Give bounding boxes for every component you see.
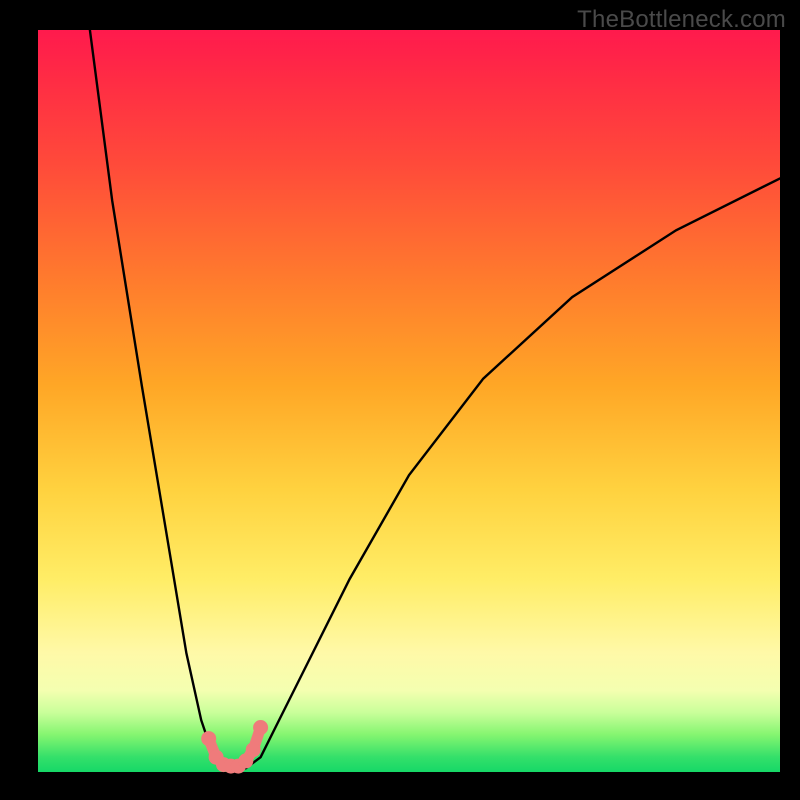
- curve-left: [90, 30, 231, 768]
- marker-dot: [246, 742, 261, 757]
- curve-right-path: [246, 178, 780, 768]
- marker-dot: [253, 720, 268, 735]
- curve-right: [246, 178, 780, 768]
- plot-area: [38, 30, 780, 772]
- marker-group: [201, 720, 268, 774]
- watermark-text: TheBottleneck.com: [577, 6, 786, 34]
- chart-svg: [38, 30, 780, 772]
- marker-dot: [201, 731, 216, 746]
- curve-left-path: [90, 30, 231, 768]
- chart-frame: TheBottleneck.com: [0, 0, 800, 800]
